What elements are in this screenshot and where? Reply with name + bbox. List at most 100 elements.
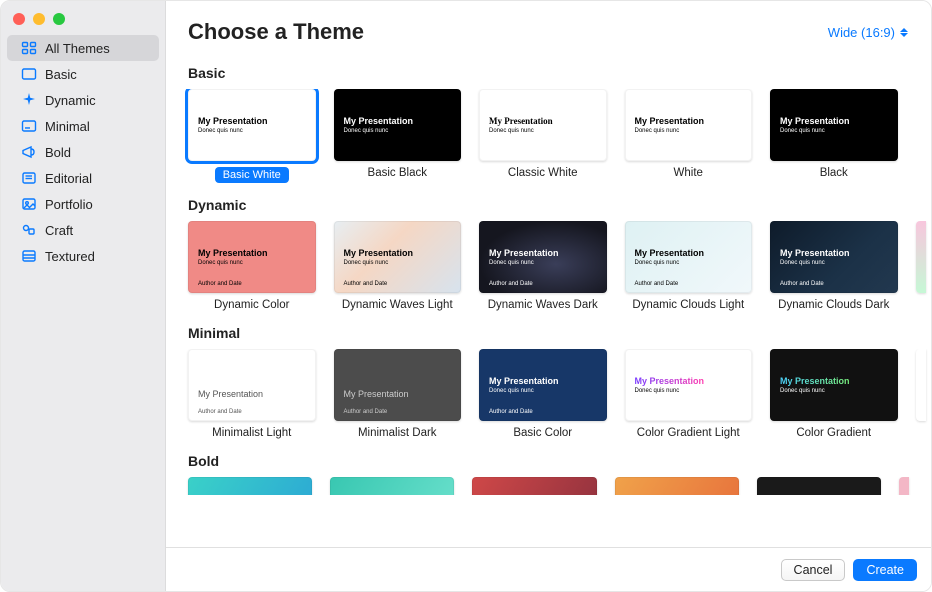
- theme-label: Dynamic Waves Dark: [488, 299, 598, 311]
- close-icon[interactable]: [13, 13, 25, 25]
- theme-label: Basic Black: [368, 167, 427, 179]
- sidebar-item-bold[interactable]: Bold: [7, 139, 159, 165]
- main-header: Choose a Theme Wide (16:9): [166, 1, 931, 51]
- sidebar-item-label: Editorial: [45, 171, 92, 186]
- zoom-icon[interactable]: [53, 13, 65, 25]
- footer-bar: Cancel Create: [166, 547, 931, 591]
- themes-scroll-area[interactable]: Basic My Presentation Donec quis nunc Ba…: [166, 51, 931, 591]
- theme-tile-dynamic-waves-dark[interactable]: My Presentation Donec quis nunc Author a…: [479, 221, 607, 311]
- slide-icon: [21, 66, 37, 82]
- sidebar-item-label: Textured: [45, 249, 95, 264]
- theme-thumb: My Presentation Donec quis nunc: [334, 89, 462, 161]
- theme-tile-bold-2[interactable]: [330, 477, 454, 495]
- section-title-minimal: Minimal: [188, 325, 931, 341]
- aspect-ratio-label: Wide (16:9): [828, 25, 895, 40]
- theme-label: Color Gradient: [796, 427, 871, 439]
- cancel-button[interactable]: Cancel: [781, 559, 846, 581]
- theme-thumb: My Presentation Donec quis nunc Author a…: [334, 221, 462, 293]
- theme-tile-bold-5[interactable]: [757, 477, 881, 495]
- sparkle-icon: [21, 92, 37, 108]
- theme-tile-dynamic-color[interactable]: My Presentation Donec quis nunc Author a…: [188, 221, 316, 311]
- sidebar-item-all-themes[interactable]: All Themes: [7, 35, 159, 61]
- page-title: Choose a Theme: [188, 19, 364, 45]
- theme-thumb: My Presentation Author and Date: [334, 349, 462, 421]
- section-title-basic: Basic: [188, 65, 931, 81]
- theme-thumb: My Presentation Donec quis nunc Author a…: [625, 221, 753, 293]
- theme-tile-peek[interactable]: [916, 221, 926, 293]
- theme-tile-minimalist-dark[interactable]: My Presentation Author and Date Minimali…: [334, 349, 462, 439]
- slide-icon: [21, 118, 37, 134]
- sidebar-item-basic[interactable]: Basic: [7, 61, 159, 87]
- sidebar-item-label: Basic: [45, 67, 77, 82]
- sidebar-item-label: Portfolio: [45, 197, 93, 212]
- theme-label-selected: Basic White: [215, 167, 289, 183]
- theme-thumb: My Presentation Donec quis nunc Author a…: [479, 221, 607, 293]
- theme-label: Dynamic Clouds Light: [632, 299, 744, 311]
- grid-icon: [21, 40, 37, 56]
- sidebar-item-dynamic[interactable]: Dynamic: [7, 87, 159, 113]
- theme-thumb: My Presentation Donec quis nunc: [770, 349, 898, 421]
- theme-thumb: My Presentation Donec quis nunc: [479, 89, 607, 161]
- theme-tile-basic-black[interactable]: My Presentation Donec quis nunc Basic Bl…: [334, 89, 462, 183]
- window-controls: [1, 7, 165, 35]
- theme-thumb: My Presentation Donec quis nunc Author a…: [188, 221, 316, 293]
- theme-tile-classic-white[interactable]: My Presentation Donec quis nunc Classic …: [479, 89, 607, 183]
- theme-label: Classic White: [508, 167, 578, 179]
- texture-icon: [21, 248, 37, 264]
- create-button[interactable]: Create: [853, 559, 917, 581]
- sidebar-item-label: Dynamic: [45, 93, 96, 108]
- theme-tile-bold-3[interactable]: [472, 477, 596, 495]
- theme-tile-minimalist-light[interactable]: My Presentation Author and Date Minimali…: [188, 349, 316, 439]
- theme-label: Black: [820, 167, 848, 179]
- theme-thumb: My Presentation Donec quis nunc: [770, 89, 898, 161]
- megaphone-icon: [21, 144, 37, 160]
- theme-label: Dynamic Color: [214, 299, 289, 311]
- theme-tile-color-gradient[interactable]: My Presentation Donec quis nunc Color Gr…: [770, 349, 898, 439]
- theme-thumb: My Presentation Donec quis nunc Author a…: [479, 349, 607, 421]
- theme-label: Dynamic Waves Light: [342, 299, 453, 311]
- window-body: All Themes Basic Dynamic Minimal Bold Ed…: [1, 1, 931, 591]
- theme-tile-dynamic-waves-light[interactable]: My Presentation Donec quis nunc Author a…: [334, 221, 462, 311]
- theme-thumb: My Presentation Donec quis nunc: [625, 89, 753, 161]
- sidebar-item-portfolio[interactable]: Portfolio: [7, 191, 159, 217]
- theme-tile-basic-color[interactable]: My Presentation Donec quis nunc Author a…: [479, 349, 607, 439]
- theme-label: Basic Color: [513, 427, 572, 439]
- sidebar-item-label: Craft: [45, 223, 73, 238]
- main-area: Choose a Theme Wide (16:9) Basic My Pres…: [166, 1, 931, 591]
- sidebar-item-textured[interactable]: Textured: [7, 243, 159, 269]
- sidebar: All Themes Basic Dynamic Minimal Bold Ed…: [1, 1, 166, 591]
- theme-label: Minimalist Light: [212, 427, 291, 439]
- theme-thumb: My Presentation Author and Date: [188, 349, 316, 421]
- theme-row-dynamic: My Presentation Donec quis nunc Author a…: [166, 221, 931, 311]
- section-title-bold: Bold: [188, 453, 931, 469]
- theme-chooser-window: All Themes Basic Dynamic Minimal Bold Ed…: [0, 0, 932, 592]
- aspect-ratio-select[interactable]: Wide (16:9): [828, 25, 909, 40]
- theme-tile-dynamic-clouds-dark[interactable]: My Presentation Donec quis nunc Author a…: [770, 221, 898, 311]
- sidebar-item-label: Bold: [45, 145, 71, 160]
- chevron-updown-icon: [899, 25, 909, 39]
- sidebar-item-minimal[interactable]: Minimal: [7, 113, 159, 139]
- theme-tile-peek[interactable]: [899, 477, 909, 495]
- theme-tile-basic-white[interactable]: My Presentation Donec quis nunc Basic Wh…: [188, 89, 316, 183]
- theme-tile-dynamic-clouds-light[interactable]: My Presentation Donec quis nunc Author a…: [625, 221, 753, 311]
- sidebar-item-label: All Themes: [45, 41, 110, 56]
- theme-tile-bold-1[interactable]: [188, 477, 312, 495]
- theme-row-minimal: My Presentation Author and Date Minimali…: [166, 349, 931, 439]
- section-title-dynamic: Dynamic: [188, 197, 931, 213]
- sidebar-item-craft[interactable]: Craft: [7, 217, 159, 243]
- theme-label: Minimalist Dark: [358, 427, 437, 439]
- theme-tile-peek[interactable]: [916, 349, 926, 421]
- minimize-icon[interactable]: [33, 13, 45, 25]
- theme-tile-bold-4[interactable]: [615, 477, 739, 495]
- sidebar-item-editorial[interactable]: Editorial: [7, 165, 159, 191]
- theme-thumb: My Presentation Donec quis nunc: [188, 89, 316, 161]
- theme-thumb: My Presentation Donec quis nunc: [625, 349, 753, 421]
- theme-tile-color-gradient-light[interactable]: My Presentation Donec quis nunc Color Gr…: [625, 349, 753, 439]
- theme-label: Color Gradient Light: [637, 427, 740, 439]
- shapes-icon: [21, 222, 37, 238]
- theme-tile-white[interactable]: My Presentation Donec quis nunc White: [625, 89, 753, 183]
- theme-label: White: [674, 167, 703, 179]
- theme-thumb: My Presentation Donec quis nunc Author a…: [770, 221, 898, 293]
- photo-icon: [21, 196, 37, 212]
- theme-tile-black[interactable]: My Presentation Donec quis nunc Black: [770, 89, 898, 183]
